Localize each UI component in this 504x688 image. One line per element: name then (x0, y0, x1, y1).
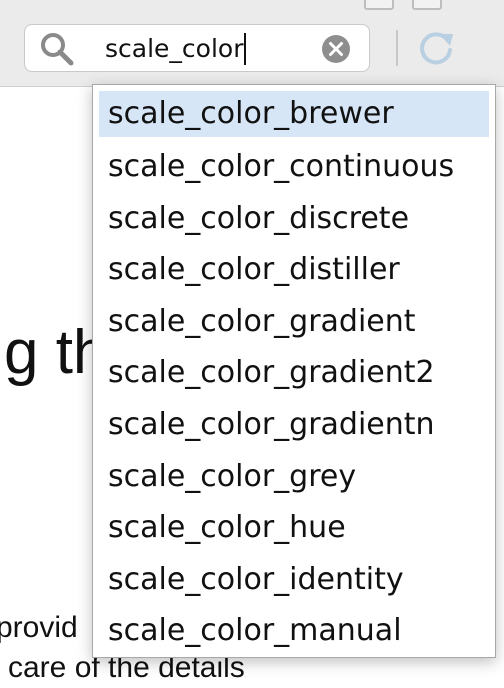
autocomplete-item[interactable]: scale_color_brewer (99, 91, 489, 137)
autocomplete-item[interactable]: scale_color_identity (99, 554, 489, 606)
autocomplete-item[interactable]: scale_color_grey (99, 451, 489, 503)
autocomplete-item[interactable]: scale_color_gradient2 (99, 347, 489, 399)
search-icon (41, 33, 74, 66)
toolbar-divider (396, 30, 398, 66)
toolbar: scale_color (0, 0, 504, 87)
autocomplete-item[interactable]: scale_color_distiller (99, 244, 489, 296)
autocomplete-item[interactable]: scale_color_gradientn (99, 399, 489, 451)
autocomplete-item[interactable]: scale_color_gradient (99, 296, 489, 348)
autocomplete-item[interactable]: scale_color_hue (99, 502, 489, 554)
refresh-icon[interactable] (414, 26, 458, 70)
search-input[interactable]: scale_color (105, 33, 247, 65)
autocomplete-item[interactable]: scale_color_continuous (99, 141, 489, 193)
autocomplete-dropdown: scale_color_brewer scale_color_continuou… (92, 84, 496, 658)
window-button-right[interactable] (412, 0, 442, 10)
window-button-left[interactable] (364, 0, 394, 10)
autocomplete-item[interactable]: scale_color_manual (99, 605, 489, 657)
clear-icon[interactable] (321, 34, 351, 64)
document-text-line-1: provid (0, 611, 78, 644)
search-field[interactable]: scale_color (24, 24, 370, 72)
autocomplete-item[interactable]: scale_color_discrete (99, 193, 489, 245)
autocomplete-list: scale_color_brewer scale_color_continuou… (93, 85, 495, 657)
